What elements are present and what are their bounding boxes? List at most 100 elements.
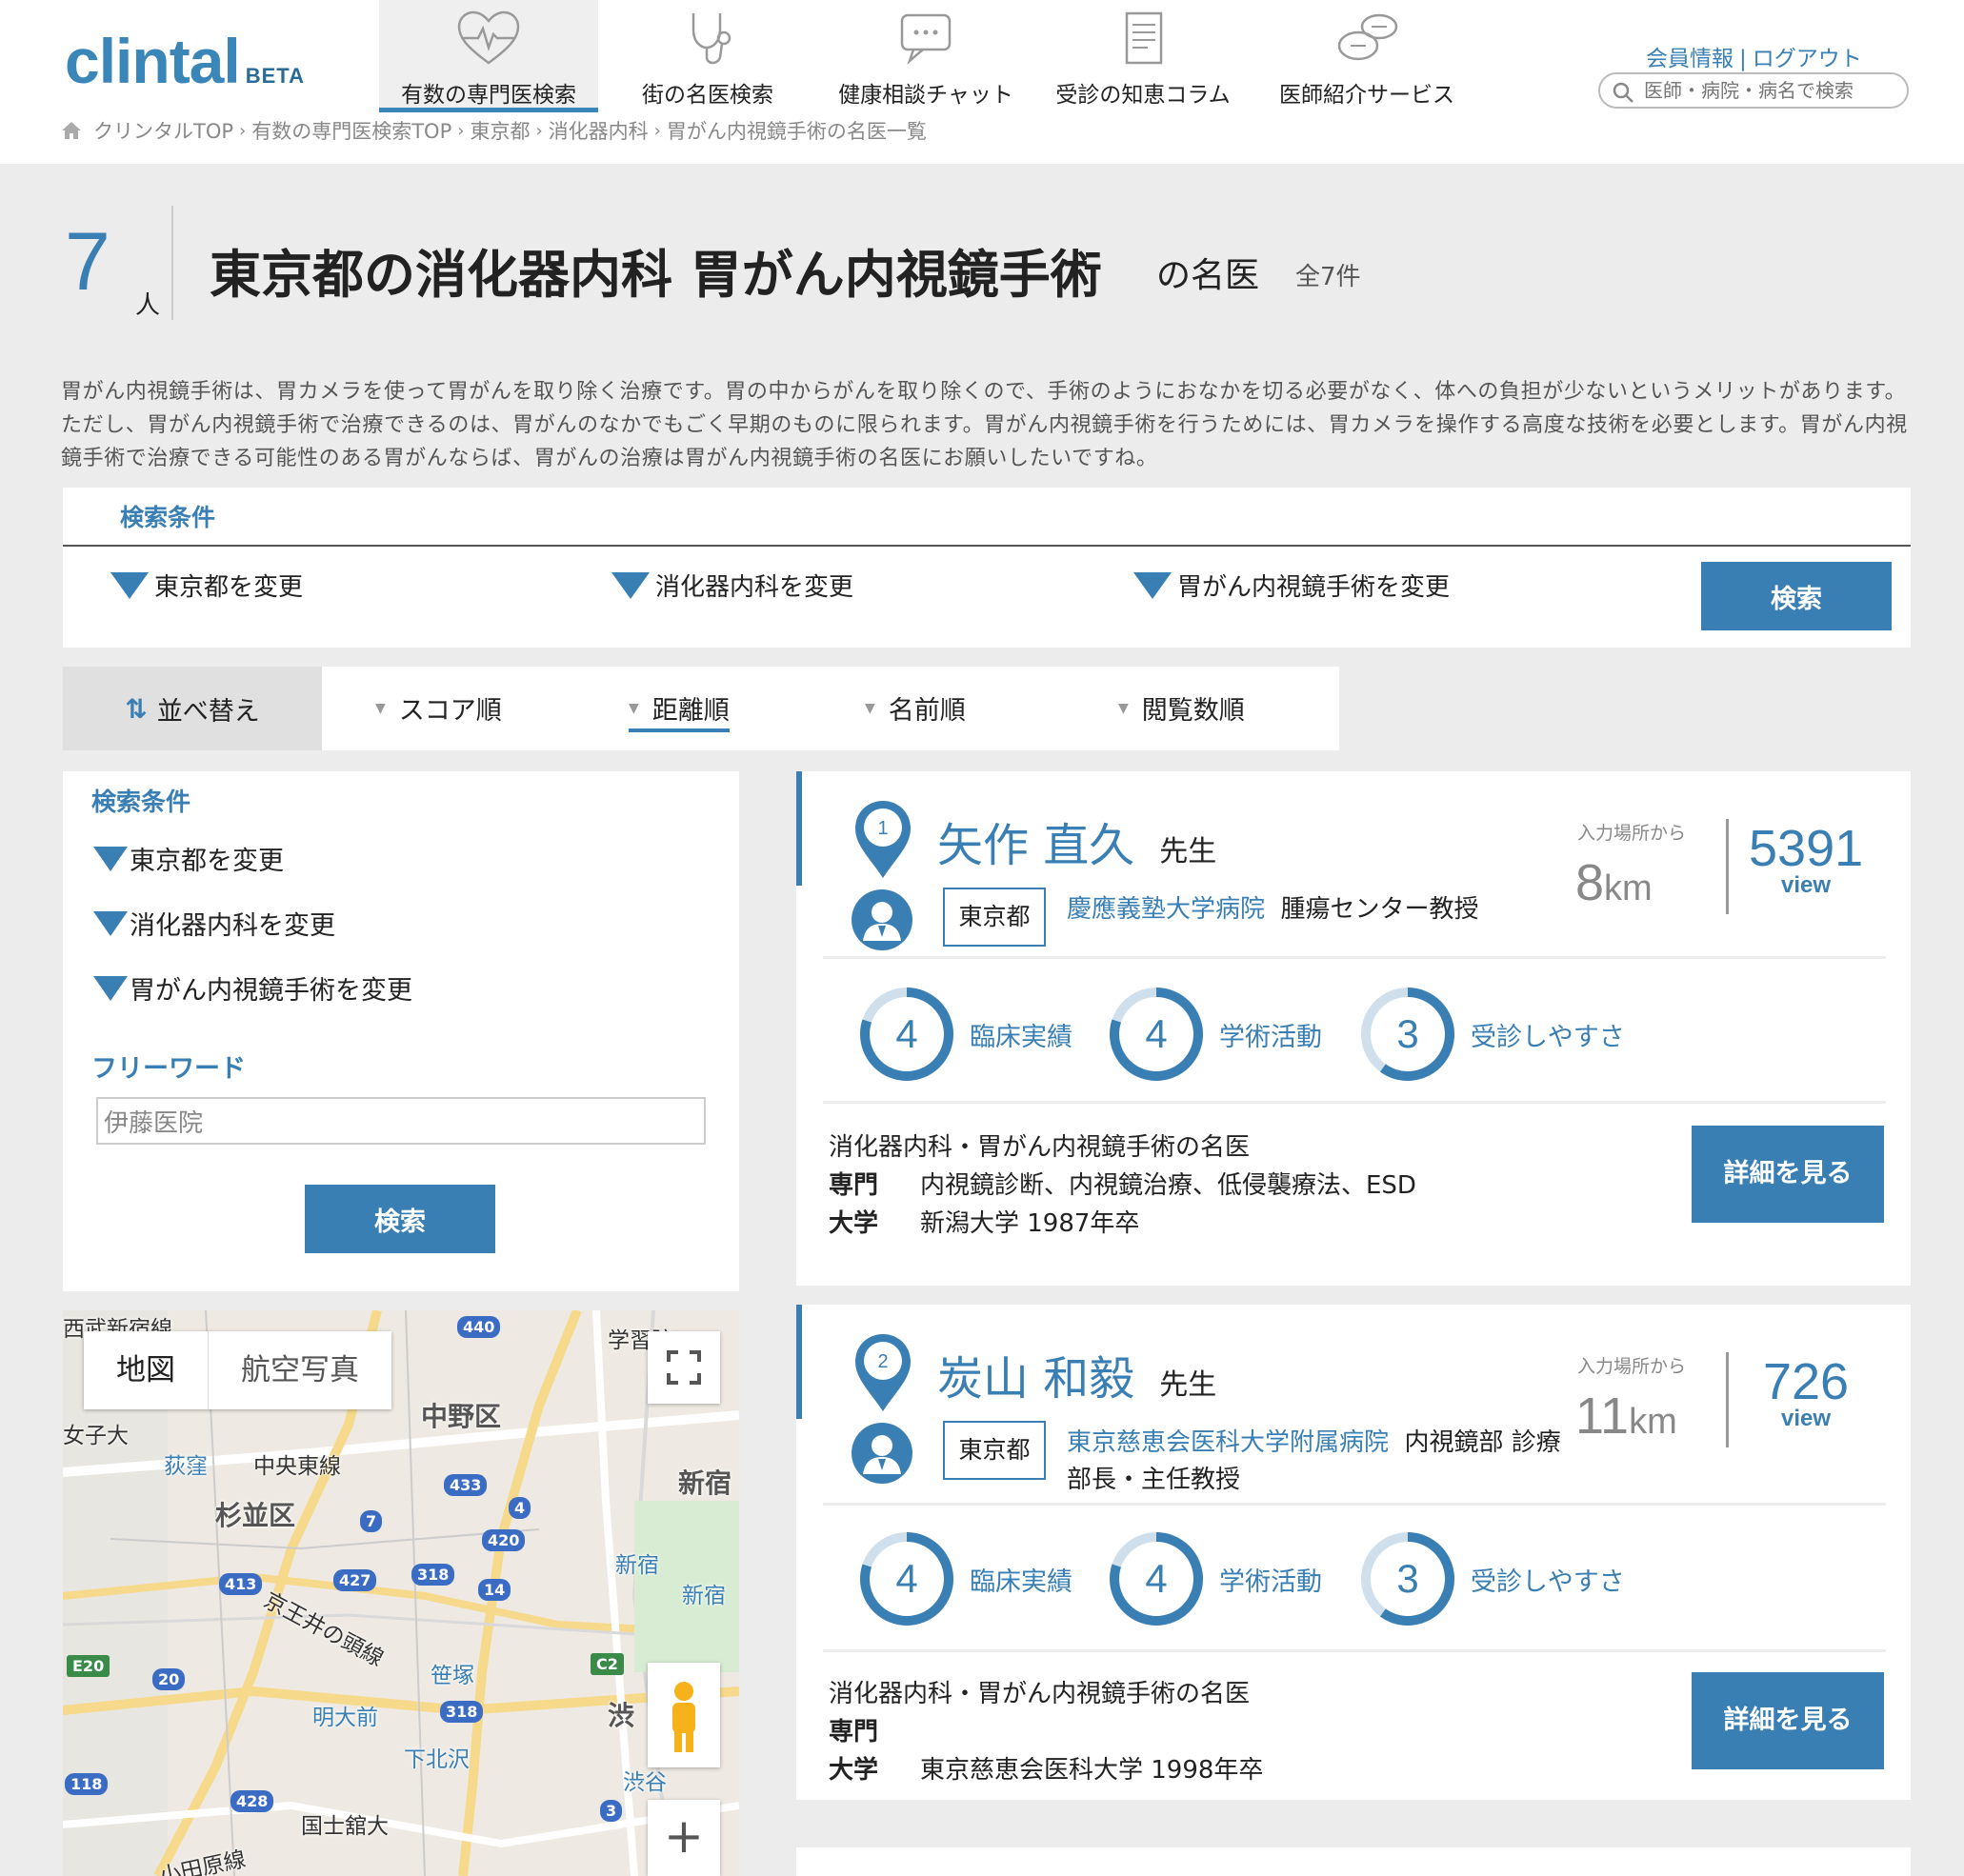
change-department-filter[interactable]: 消化器内科を変更	[611, 568, 853, 603]
score-ring: 3	[1361, 1532, 1454, 1626]
university-row: 大学 新潟大学 1987年卒	[829, 1209, 1140, 1238]
university-row: 大学 東京慈恵会医科大学 1998年卒	[829, 1756, 1264, 1785]
sidebar-change-treatment[interactable]: 胃がん内視鏡手術を変更	[93, 969, 412, 1007]
caret-down-icon: ▼	[629, 700, 639, 716]
triangle-down-icon	[1133, 571, 1172, 599]
breadcrumb: クリンタルTOP › 有数の専門医検索TOP › 東京都 › 消化器内科 › 胃…	[61, 116, 927, 145]
view-details-button[interactable]: 詳細を見る	[1692, 1672, 1884, 1769]
triangle-down-icon	[93, 846, 128, 871]
rank-number: 1	[877, 818, 888, 839]
sort-by-views[interactable]: ▼ 閲覧数順	[1118, 689, 1245, 727]
sort-bar: ⇅ 並べ替え ▼ スコア順 ▼ 距離順 ▼ 名前順 ▼ 閲覧数順	[63, 667, 1339, 750]
member-info-link[interactable]: 会員情報	[1646, 47, 1734, 71]
search-button[interactable]: 検索	[1701, 562, 1892, 630]
doctor-name[interactable]: 矢作 直久 先生	[937, 808, 1216, 874]
breadcrumb-item[interactable]: クリンタルTOP	[93, 116, 233, 145]
fullscreen-icon	[667, 1350, 701, 1385]
freeword-input[interactable]	[96, 1097, 706, 1145]
route-shield: 413	[219, 1573, 263, 1595]
score-academic: 4 学術活動	[1107, 1529, 1322, 1628]
sort-by-distance[interactable]: ▼ 距離順	[629, 689, 730, 732]
breadcrumb-item[interactable]: 東京都	[470, 116, 530, 145]
nav-health-chat[interactable]: 健康相談チャット	[831, 0, 1021, 112]
prefecture-badge: 東京都	[943, 888, 1046, 947]
doctor-avatar-icon	[852, 1423, 912, 1484]
caret-down-icon: ▼	[865, 700, 875, 716]
rank-pin-icon: 1	[855, 801, 911, 878]
result-count: 7	[65, 216, 110, 308]
map-type-map-button[interactable]: 地図	[84, 1331, 208, 1409]
distance-value: 8km	[1575, 854, 1653, 911]
svg-text:4: 4	[1145, 1011, 1167, 1056]
map-label: 中央東線	[253, 1454, 341, 1479]
specialty-row: 専門 内視鏡診断、内視鏡治療、低侵襲療法、ESD	[829, 1171, 1416, 1200]
fullscreen-button[interactable]	[648, 1331, 720, 1404]
doctor-avatar-icon	[852, 889, 912, 950]
map-label: 渋谷	[623, 1770, 667, 1795]
zoom-in-button[interactable]: +	[648, 1800, 720, 1876]
score-ring: 4	[860, 988, 953, 1081]
sort-by-score[interactable]: ▼ スコア順	[375, 689, 502, 727]
route-shield: 318	[440, 1701, 484, 1723]
sort-label: ⇅ 並べ替え	[63, 667, 322, 750]
map-label: 女子大	[63, 1424, 129, 1448]
sidebar-search-button[interactable]: 検索	[305, 1185, 495, 1253]
distance-label: 入力場所から	[1577, 823, 1687, 844]
heart-pulse-icon	[457, 10, 520, 65]
route-shield: 318	[411, 1564, 455, 1586]
doctor-card: 1 矢作 直久 先生 東京都 慶應義塾大学病院 腫瘍センター教授 入力場所から 8…	[796, 771, 1911, 1286]
map[interactable]: 西武新宿線 女子大 学習院 中野区 荻窪 中央東線 杉並区 新宿 新宿 新宿 京…	[63, 1310, 739, 1876]
nav-column[interactable]: 受診の知恵コラム	[1048, 0, 1238, 112]
header-search-input[interactable]	[1644, 77, 1901, 104]
nav-local-doctor-search[interactable]: 街の名医検索	[619, 0, 796, 112]
header-search[interactable]	[1598, 72, 1909, 109]
home-icon[interactable]	[61, 121, 82, 140]
svg-text:4: 4	[895, 1011, 917, 1056]
nav-specialist-search[interactable]: 有数の専門医検索	[379, 0, 598, 112]
sidebar-change-prefecture[interactable]: 東京都を変更	[93, 840, 284, 877]
hospital-info: 慶應義塾大学病院 腫瘍センター教授	[1067, 891, 1572, 928]
map-type-satellite-button[interactable]: 航空写真	[208, 1331, 391, 1409]
filter-heading: 検索条件	[120, 504, 216, 531]
user-links: 会員情報 | ログアウト	[1646, 47, 1862, 71]
svg-text:4: 4	[895, 1556, 917, 1601]
change-treatment-filter[interactable]: 胃がん内視鏡手術を変更	[1133, 568, 1450, 603]
card-accent	[796, 1305, 802, 1419]
page-title-suffix: の名医	[1156, 256, 1260, 295]
map-label: 中野区	[421, 1401, 502, 1432]
score-ring: 3	[1361, 988, 1454, 1081]
svg-text:3: 3	[1396, 1011, 1418, 1056]
hospital-link[interactable]: 慶應義塾大学病院	[1067, 895, 1265, 924]
nav-doctor-referral[interactable]: 医師紹介サービス	[1267, 0, 1467, 112]
divider	[63, 545, 1911, 547]
route-shield: 440	[457, 1316, 501, 1338]
result-count-unit: 人	[135, 291, 161, 320]
sidebar-change-department[interactable]: 消化器内科を変更	[93, 905, 335, 942]
search-conditions-panel: 検索条件 東京都を変更 消化器内科を変更 胃がん内視鏡手術を変更 検索	[63, 488, 1911, 648]
street-view-pegman[interactable]	[648, 1663, 720, 1767]
sidebar-heading: 検索条件	[91, 788, 191, 817]
sort-by-name[interactable]: ▼ 名前順	[865, 689, 966, 727]
site-header: clintal BETA 有数の専門医検索 街の名医検索 健康相談チャット 受診の…	[0, 0, 1964, 164]
breadcrumb-item[interactable]: 消化器内科	[549, 116, 649, 145]
pegman-icon	[672, 1682, 695, 1752]
sidebar-search-panel: 検索条件 東京都を変更 消化器内科を変更 胃がん内視鏡手術を変更 フリーワード …	[63, 771, 739, 1291]
route-shield: C2	[591, 1653, 624, 1675]
map-label: 下北沢	[404, 1747, 470, 1772]
doctor-name[interactable]: 炭山 和毅 先生	[937, 1341, 1216, 1407]
divider	[1726, 1352, 1729, 1447]
route-shield: 118	[65, 1773, 109, 1795]
map-label: 笹塚	[431, 1664, 474, 1688]
route-shield: 14	[478, 1579, 511, 1601]
divider	[1726, 819, 1729, 914]
change-prefecture-filter[interactable]: 東京都を変更	[110, 568, 303, 603]
score-accessibility: 3 受診しやすさ	[1358, 985, 1625, 1084]
route-shield: 420	[482, 1529, 526, 1551]
clintal-logo[interactable]: clintal BETA	[65, 25, 305, 97]
logout-link[interactable]: ログアウト	[1753, 47, 1862, 71]
score-academic: 4 学術活動	[1107, 985, 1322, 1084]
hospital-link[interactable]: 東京慈恵会医科大学附属病院	[1067, 1428, 1389, 1457]
view-details-button[interactable]: 詳細を見る	[1692, 1126, 1884, 1223]
breadcrumb-item[interactable]: 有数の専門医検索TOP	[251, 116, 451, 145]
doctor-card: 2 炭山 和毅 先生 東京都 東京慈恵会医科大学附属病院 内視鏡部 診療部長・主任…	[796, 1305, 1911, 1800]
